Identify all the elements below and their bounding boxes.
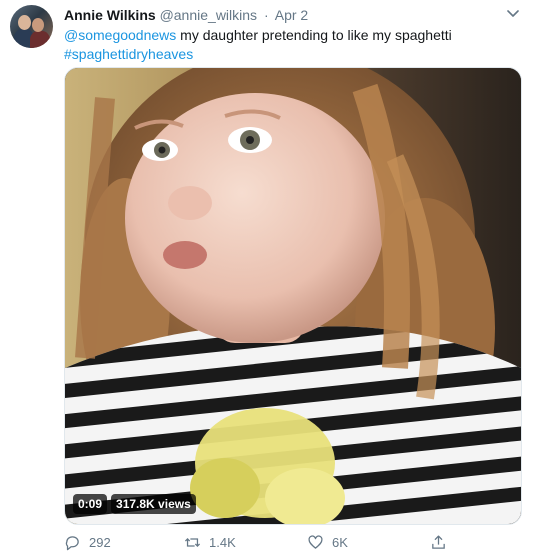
tweet-date[interactable]: Apr 2: [275, 7, 308, 23]
video-views: 317.8K views: [111, 494, 196, 514]
video-player[interactable]: 0:09 317.8K views: [64, 67, 522, 525]
like-count: 6K: [332, 535, 348, 550]
chevron-down-icon[interactable]: [506, 6, 520, 20]
reply-count: 292: [89, 535, 111, 550]
mention-link[interactable]: @somegoodnews: [64, 27, 176, 43]
reply-button[interactable]: 292: [64, 534, 111, 551]
retweet-count: 1.4K: [209, 535, 236, 550]
video-duration: 0:09: [73, 494, 108, 514]
video-badge: 0:09 317.8K views: [73, 494, 196, 514]
hashtag-link[interactable]: #spaghettidryheaves: [64, 46, 193, 62]
video-frame: [65, 68, 521, 524]
author-name[interactable]: Annie Wilkins: [64, 7, 156, 23]
retweet-icon: [184, 538, 201, 547]
tweet-body: my daughter pretending to like my spaghe…: [176, 27, 452, 43]
action-bar: 292 1.4K 6K: [64, 534, 464, 554]
like-button[interactable]: 6K: [307, 534, 348, 551]
retweet-button[interactable]: 1.4K: [184, 534, 236, 551]
heart-icon: [308, 535, 323, 549]
share-icon: [432, 535, 445, 549]
tweet[interactable]: Annie Wilkins @annie_wilkins · Apr 2 @so…: [0, 0, 538, 560]
share-button[interactable]: [430, 534, 447, 551]
tweet-text: @somegoodnews my daughter pretending to …: [64, 26, 452, 64]
reply-icon: [65, 536, 79, 551]
avatar[interactable]: [10, 5, 53, 48]
author-handle[interactable]: @annie_wilkins: [160, 7, 257, 23]
separator-dot: ·: [263, 7, 269, 23]
tweet-header: Annie Wilkins @annie_wilkins · Apr 2: [64, 7, 308, 23]
